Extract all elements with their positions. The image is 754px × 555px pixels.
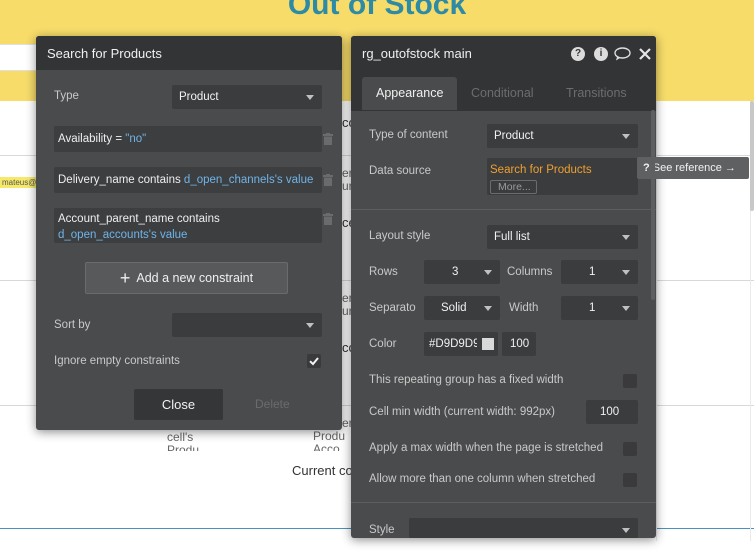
rows-label: Rows <box>369 266 398 278</box>
main-panel-title: rg_outofstock main <box>362 46 472 61</box>
allow-columns-checkbox[interactable] <box>623 473 637 487</box>
columns-value: 1 <box>589 266 596 278</box>
user-chip: mateus@ <box>0 177 39 188</box>
data-source-value: Search for Products <box>490 164 592 176</box>
question-icon: ? <box>643 162 650 174</box>
rows-dropdown[interactable]: 3 <box>424 260 500 284</box>
constraint-value: "no" <box>125 133 147 145</box>
type-dropdown-value: Product <box>179 91 219 103</box>
separator-label: Separato <box>369 302 416 314</box>
panel-scrollbar[interactable] <box>651 110 655 300</box>
width-label: Width <box>509 302 539 314</box>
color-label: Color <box>369 338 397 350</box>
search-panel-title: Search for Products <box>47 46 162 61</box>
separator-dropdown[interactable]: Solid <box>424 296 500 320</box>
columns-dropdown[interactable]: 1 <box>561 260 638 284</box>
sort-by-label: Sort by <box>54 319 91 331</box>
chevron-down-icon <box>484 306 492 311</box>
search-panel-header[interactable]: Search for Products <box>36 36 342 70</box>
fixed-width-label: This repeating group has a fixed width <box>369 374 564 386</box>
ignore-empty-label: Ignore empty constraints <box>54 355 180 367</box>
close-button[interactable]: Close <box>134 389 223 420</box>
cell-fragment: Produ <box>313 429 346 443</box>
layout-style-dropdown[interactable]: Full list <box>487 225 638 249</box>
constraint-field: Delivery_name contains <box>58 174 184 186</box>
page-scrollbar[interactable] <box>750 101 754 211</box>
cell-fragment: Produ <box>167 444 200 451</box>
separator-value: Solid <box>441 302 467 314</box>
type-dropdown[interactable]: Product <box>172 85 322 109</box>
delete-button[interactable]: Delete <box>255 397 290 411</box>
max-width-label: Apply a max width when the page is stret… <box>369 442 603 454</box>
columns-label: Columns <box>507 266 553 278</box>
comment-icon[interactable] <box>614 47 631 61</box>
section-divider <box>351 502 656 503</box>
constraint-value: d_open_accounts's value <box>58 229 188 241</box>
constraint-delivery-name[interactable]: Delivery_name contains d_open_channels's… <box>54 167 322 193</box>
color-input[interactable]: #D9D9D9 <box>424 332 498 356</box>
tab-conditional[interactable]: Conditional <box>457 77 548 110</box>
section-divider <box>351 209 656 210</box>
cell-fragment: Current co <box>292 463 353 478</box>
rows-value: 3 <box>452 266 459 278</box>
constraint-account-parent-name[interactable]: Account_parent_name contains d_open_acco… <box>54 208 322 243</box>
help-icon[interactable]: ? <box>571 47 585 61</box>
chevron-down-icon <box>622 235 630 240</box>
add-constraint-label: Add a new constraint <box>136 271 254 285</box>
style-label: Style <box>369 524 395 536</box>
constraint-field: Availability = <box>58 133 126 145</box>
page-title: Out of Stock <box>287 0 467 21</box>
cell-fragment: cell's <box>167 430 194 444</box>
checkmark-icon <box>309 357 319 366</box>
color-value: #D9D9D9 <box>429 338 477 350</box>
ignore-empty-checkbox[interactable] <box>307 354 321 368</box>
fixed-width-checkbox[interactable] <box>623 374 637 388</box>
tab-transitions[interactable]: Transitions <box>552 77 641 110</box>
type-label: Type <box>54 90 79 102</box>
trash-icon[interactable] <box>323 133 333 145</box>
chevron-down-icon <box>622 306 630 311</box>
close-icon[interactable] <box>639 48 651 60</box>
layout-style-value: Full list <box>494 231 530 243</box>
width-value: 1 <box>589 302 596 314</box>
see-reference-label: See reference → <box>652 162 736 174</box>
trash-icon[interactable] <box>323 213 333 225</box>
chevron-down-icon <box>484 270 492 275</box>
chevron-down-icon <box>622 134 630 139</box>
type-of-content-value: Product <box>494 130 534 142</box>
page-input[interactable] <box>0 44 40 71</box>
cell-min-width-input[interactable]: 100 <box>586 400 638 424</box>
info-icon[interactable]: i <box>594 47 608 61</box>
opacity-input[interactable]: 100 <box>502 332 536 356</box>
chevron-down-icon <box>622 270 630 275</box>
chevron-down-icon <box>622 528 630 533</box>
rg-outofstock-main-panel: rg_outofstock main <box>351 36 656 538</box>
constraint-value: d_open_channels's value <box>183 174 314 186</box>
type-of-content-label: Type of content <box>369 129 448 141</box>
chevron-down-icon <box>306 323 314 328</box>
plus-icon: + <box>119 268 131 288</box>
layout-style-label: Layout style <box>369 230 431 242</box>
trash-icon[interactable] <box>323 174 333 186</box>
color-swatch[interactable] <box>482 338 494 350</box>
width-dropdown[interactable]: 1 <box>561 296 638 320</box>
max-width-checkbox[interactable] <box>623 442 637 456</box>
data-source-label: Data source <box>369 165 432 177</box>
cell-fragment: Acco <box>313 443 340 451</box>
constraint-field: Account_parent_name contains <box>58 213 220 225</box>
type-of-content-dropdown[interactable]: Product <box>487 124 638 148</box>
data-source-field[interactable]: Search for Products More... <box>487 158 638 195</box>
cell-min-width-label: Cell min width (current width: 992px) <box>369 406 555 418</box>
more-button[interactable]: More... <box>490 180 537 194</box>
chevron-down-icon <box>306 95 314 100</box>
add-constraint-button[interactable]: + Add a new constraint <box>85 262 288 294</box>
tab-appearance[interactable]: Appearance <box>362 77 458 110</box>
sort-by-dropdown[interactable] <box>172 313 322 337</box>
constraint-availability[interactable]: Availability = "no" <box>54 126 322 152</box>
allow-columns-label: Allow more than one column when stretche… <box>369 473 596 485</box>
style-dropdown[interactable] <box>409 518 638 538</box>
